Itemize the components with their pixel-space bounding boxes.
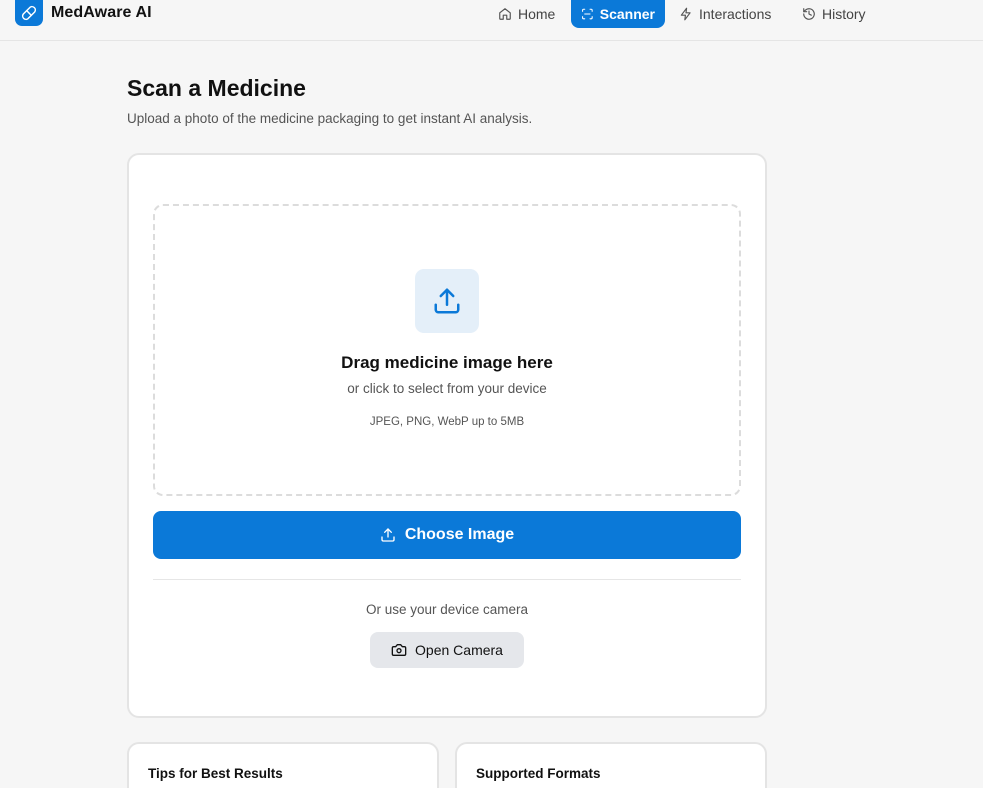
supported-formats-card: Supported Formats [455,742,767,788]
scanner-card: Drag medicine image here or click to sel… [127,153,767,718]
nav-history-label: History [822,6,866,22]
nav-scanner-label: Scanner [599,6,655,22]
scan-icon [582,8,593,20]
choose-image-label: Choose Image [404,526,515,543]
nav-home-label: Home [518,6,556,22]
upload-icon [415,269,479,333]
open-camera-label: Open Camera [415,642,503,658]
pill-icon [15,0,43,26]
dropzone-formats: JPEG, PNG, WebP up to 5MB [369,416,525,428]
open-camera-button[interactable]: Open Camera [370,632,524,668]
dropzone-subtitle: or click to select from your device [347,381,547,396]
tips-card: Tips for Best Results [127,742,439,788]
camera-hint: Or use your device camera [365,602,529,617]
tips-title: Tips for Best Results [148,766,283,781]
home-icon [499,8,511,20]
nav-history[interactable]: History [802,0,866,28]
page-subtitle: Upload a photo of the medicine packaging… [127,111,533,126]
nav-home[interactable]: Home [498,0,555,28]
brand-name: MedAware AI [51,4,152,21]
lightning-icon [680,7,691,21]
brand[interactable]: MedAware AI [15,0,152,26]
supported-formats-title: Supported Formats [476,766,601,781]
upload-small-icon [381,528,395,542]
nav-scanner[interactable]: Scanner [571,0,665,28]
image-dropzone[interactable]: Drag medicine image here or click to sel… [153,204,741,496]
dropzone-title: Drag medicine image here [341,353,553,372]
history-icon [803,8,815,20]
nav-interactions-label: Interactions [699,6,772,22]
choose-image-button[interactable]: Choose Image [153,511,741,559]
nav-interactions[interactable]: Interactions [679,0,771,28]
top-navigation-bar: MedAware AI Home Scanner Interactions Hi… [0,0,983,41]
page-title: Scan a Medicine [127,75,306,101]
camera-icon [391,644,407,656]
divider [153,579,741,580]
